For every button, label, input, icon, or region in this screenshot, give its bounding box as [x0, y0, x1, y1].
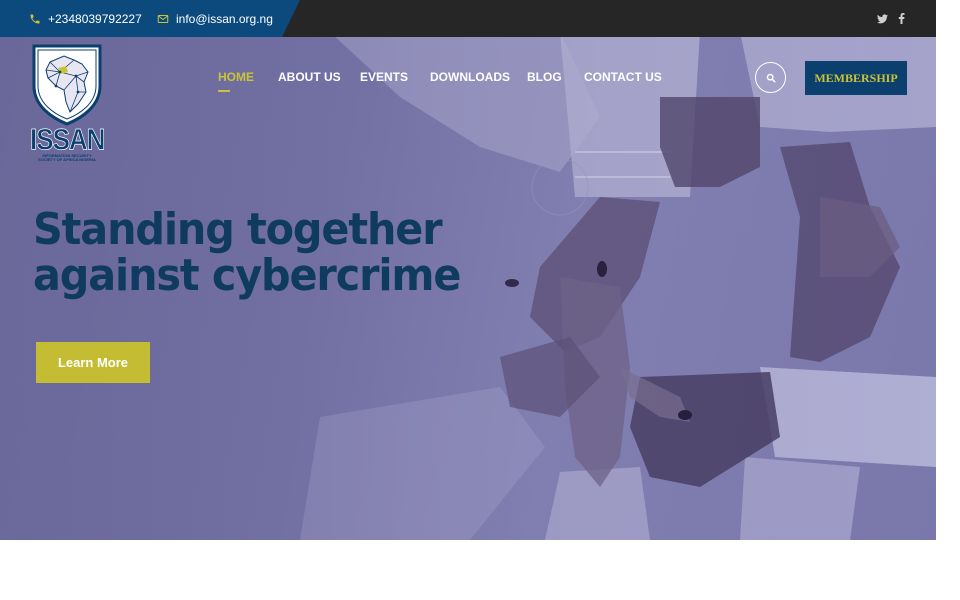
nav-active-indicator [218, 90, 230, 92]
membership-button[interactable]: MEMBERSHIP [805, 61, 907, 95]
phone-contact[interactable]: +2348039792227 [29, 0, 142, 37]
facebook-link[interactable] [898, 0, 905, 37]
hero-section: ISSAN INFORMATION SECURITY SOCIETY OF AF… [0, 37, 936, 540]
phone-icon [30, 14, 40, 23]
learn-more-button[interactable]: Learn More [36, 342, 150, 383]
phone-number: +2348039792227 [48, 11, 142, 26]
nav-downloads[interactable]: DOWNLOADS [430, 70, 510, 84]
twitter-icon [877, 13, 888, 23]
twitter-link[interactable] [877, 0, 888, 37]
envelope-icon [157, 14, 169, 23]
shield-africa-emblem [32, 44, 102, 126]
nav-about-us[interactable]: ABOUT US [278, 70, 341, 84]
search-icon [766, 73, 775, 82]
hero-headline-line-2: against cybercrime [33, 250, 461, 301]
nav-contact-us[interactable]: CONTACT US [584, 70, 662, 84]
nav-home[interactable]: HOME [218, 70, 254, 84]
search-button[interactable] [755, 62, 786, 93]
logo-tagline: INFORMATION SECURITY SOCIETY OF AFRICA N… [38, 153, 96, 162]
facebook-icon [898, 13, 905, 24]
nav-events[interactable]: EVENTS [360, 70, 408, 84]
issan-logo[interactable]: ISSAN INFORMATION SECURITY SOCIETY OF AF… [30, 42, 106, 162]
logo-wordmark: ISSAN [30, 121, 106, 157]
top-bar: +2348039792227 info@issan.org.ng [0, 0, 936, 37]
hero-headline-line-1: Standing together [33, 204, 443, 255]
hero-headline: Standing together against cybercrime [33, 207, 484, 299]
nav-blog[interactable]: BLOG [527, 70, 562, 84]
email-address: info@issan.org.ng [176, 11, 273, 26]
email-contact[interactable]: info@issan.org.ng [157, 0, 273, 37]
